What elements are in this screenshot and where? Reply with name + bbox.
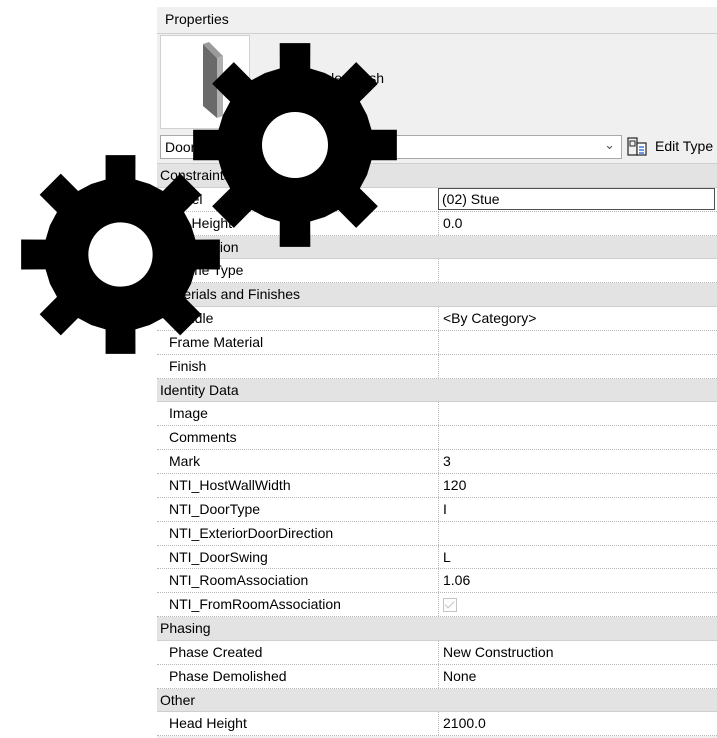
property-name: Comments [169,429,237,446]
property-value[interactable] [438,521,717,545]
property-row: Phase Demolished None [157,664,717,689]
property-name: Phase Created [169,643,263,660]
edit-type-icon [627,137,647,156]
category-label: Phasing [160,620,211,637]
property-name: NTI_DoorSwing [169,548,268,565]
property-name: Image [169,405,208,422]
property-row: Mark 3 [157,450,717,474]
property-checkbox-cell[interactable] [438,593,717,617]
property-value[interactable]: L [438,545,717,569]
property-name: Phase Demolished [169,667,287,684]
property-value[interactable]: None [438,664,717,688]
property-value[interactable]: 1.06 [438,569,717,593]
property-row: Comments [157,426,717,451]
palette-title-bar[interactable]: Properties [157,7,717,34]
property-value[interactable]: <By Category> [438,307,717,330]
property-row: Image [157,402,717,427]
property-value[interactable]: 120 [438,473,717,497]
property-row: Phase Created New Construction [157,640,717,665]
property-row: Finish [157,354,717,379]
palette-title: Properties [165,11,229,27]
property-row: Frame Material [157,330,717,355]
category-header[interactable]: Identity Data [157,378,717,403]
property-row: NTI_DoorType I [157,497,717,522]
edit-type-button[interactable]: Edit Type [627,135,717,159]
property-value[interactable] [438,330,717,354]
property-name: NTI_FromRoomAssociation [169,596,341,613]
property-row: Head Height 2100.0 [157,712,717,737]
property-value[interactable]: New Construction [438,640,717,664]
checkbox[interactable] [443,598,457,613]
category-header[interactable]: Materials and Finishes [157,283,717,308]
property-name: Head Height [169,715,247,732]
property-value[interactable]: 2100.0 [438,712,717,736]
gear-icon [21,155,220,354]
chevron-down-icon[interactable]: ⌄ [604,137,615,153]
property-value[interactable]: (02) Stue [438,187,715,210]
property-row: Frame Type [157,259,717,284]
category-header[interactable]: Phasing [157,617,717,641]
property-value[interactable] [438,402,717,426]
property-name: NTI_RoomAssociation [169,572,309,589]
property-row: NTI_ExteriorDoorDirection [157,521,717,546]
property-value[interactable]: 3 [438,450,717,473]
category-label: Identity Data [160,381,239,398]
property-name: NTI_ExteriorDoorDirection [169,524,334,541]
property-row: NTI_RoomAssociation 1.06 [157,569,717,594]
property-name: NTI_DoorType [169,500,261,517]
category-header[interactable]: Other [157,688,717,713]
property-name: Finish [169,357,207,374]
property-value[interactable] [438,259,717,283]
property-name: Mark [169,453,201,470]
property-row: NTI_FromRoomAssociation [157,593,717,618]
property-value[interactable]: 0.0 [438,211,717,235]
category-label: Other [160,691,196,708]
property-name: NTI_HostWallWidth [169,476,291,493]
property-row: NTI_DoorSwing L [157,545,717,570]
property-value[interactable] [438,354,717,378]
property-value[interactable] [438,426,717,450]
property-row: NTI_HostWallWidth 120 [157,473,717,498]
property-row: Handle<By Category> [157,307,717,331]
edit-type-label: Edit Type [655,138,714,154]
property-value[interactable]: I [438,497,717,521]
